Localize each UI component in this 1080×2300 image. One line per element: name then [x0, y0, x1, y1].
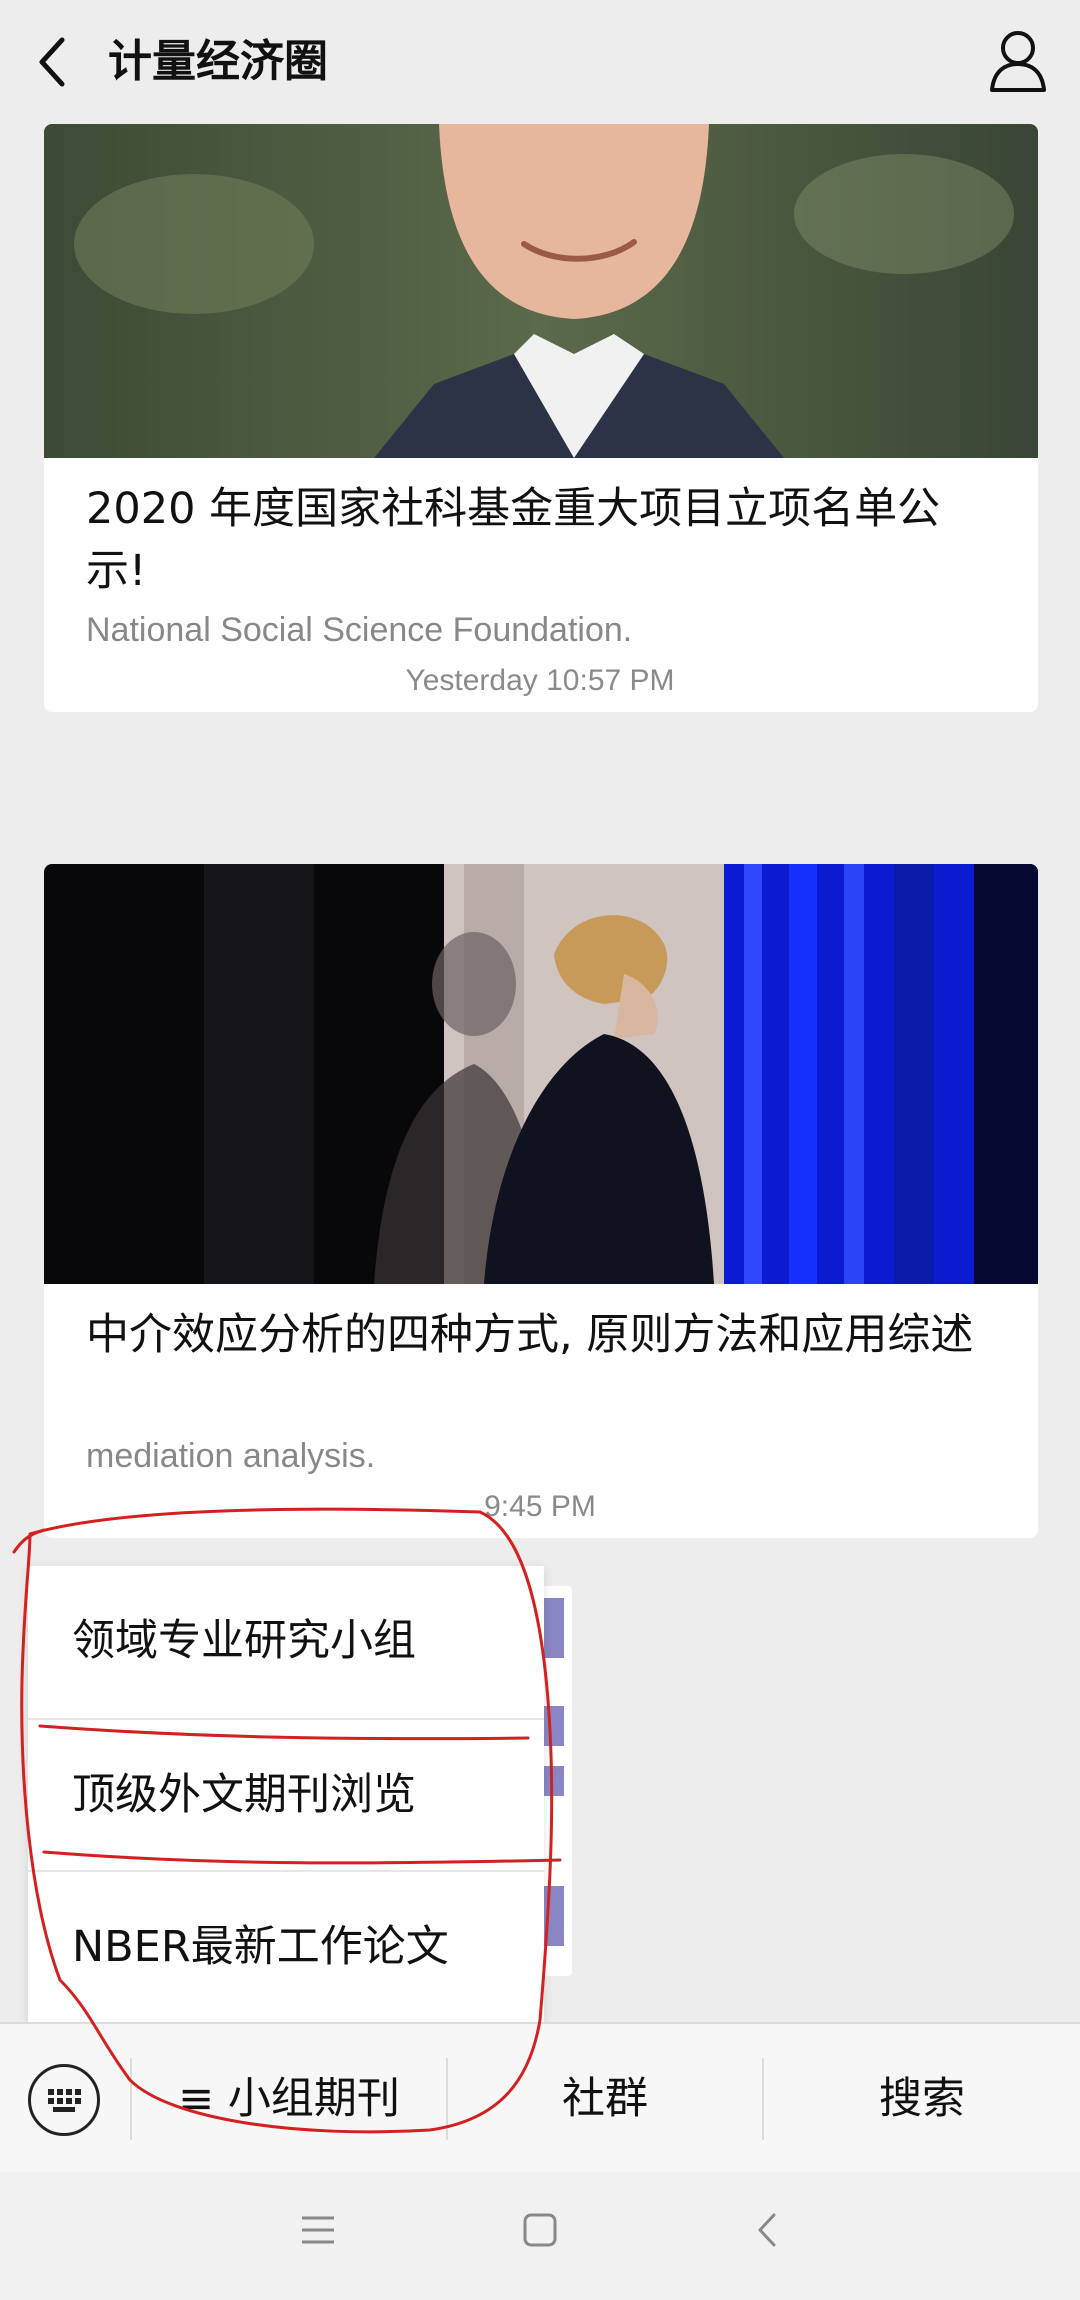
home-icon[interactable]	[522, 2212, 558, 2248]
back-arrow-icon[interactable]	[30, 32, 76, 92]
submenu-item-research-groups[interactable]: 领域专业研究小组	[28, 1566, 544, 1716]
menu-tab-groups-journals[interactable]: ≡ 小组期刊	[132, 2024, 446, 2174]
keyboard-icon	[48, 2089, 81, 2112]
article-subtitle: National Social Science Foundation.	[86, 611, 633, 649]
menu-icon[interactable]	[300, 2212, 336, 2248]
timestamp: 9:45 PM	[484, 1490, 596, 1523]
article-cover-image	[44, 864, 1038, 1284]
timestamp: Yesterday 10:57 PM	[405, 664, 675, 697]
article-cover-image	[44, 124, 1038, 458]
article-card[interactable]: 2020 年度国家社科基金重大项目立项名单公示! National Social…	[44, 124, 1038, 712]
article-subtitle: mediation analysis.	[86, 1437, 376, 1475]
profile-icon[interactable]	[986, 26, 1050, 96]
submenu-item-journals[interactable]: 顶级外文期刊浏览	[28, 1720, 544, 1870]
chat-title: 计量经济圈	[108, 36, 328, 87]
menu-tab-community[interactable]: 社群	[448, 2024, 762, 2174]
submenu-popup: 领域专业研究小组 顶级外文期刊浏览 NBER最新工作论文	[28, 1566, 544, 2022]
article-title: 2020 年度国家社科基金重大项目立项名单公示!	[86, 484, 941, 596]
system-navigation-bar	[0, 2172, 1080, 2300]
article-title: 中介效应分析的四种方式, 原则方法和应用综述	[86, 1310, 974, 1360]
submenu-item-nber-papers[interactable]: NBER最新工作论文	[28, 1872, 544, 2022]
top-bar: 计量经济圈	[0, 0, 1080, 124]
back-icon[interactable]	[752, 2212, 782, 2248]
official-account-menu-bar: ≡ 小组期刊 社群 搜索	[0, 2022, 1080, 2174]
article-card[interactable]: 中介效应分析的四种方式, 原则方法和应用综述 mediation analysi…	[44, 864, 1038, 1538]
keyboard-toggle-button[interactable]	[28, 2064, 100, 2136]
menu-tab-search[interactable]: 搜索	[764, 2024, 1080, 2174]
